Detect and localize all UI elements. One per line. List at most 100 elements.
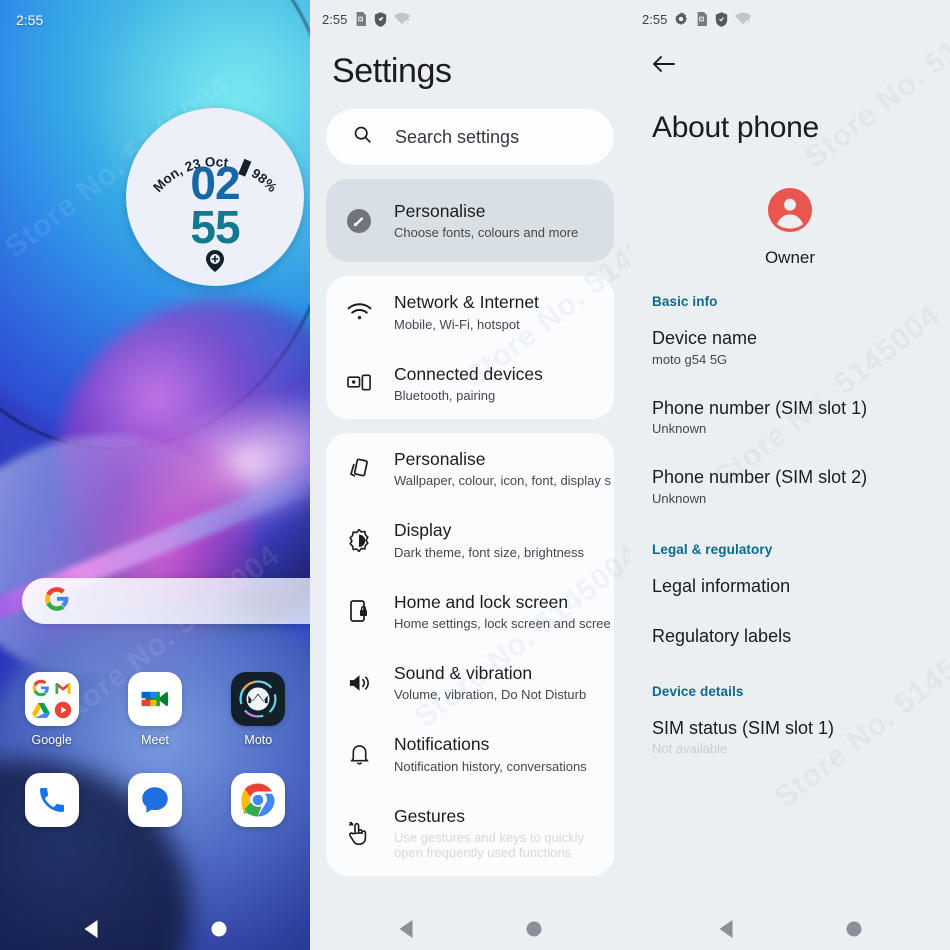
gesture-hand-icon bbox=[346, 820, 372, 846]
connected-devices-icon bbox=[346, 373, 372, 393]
wifi-icon bbox=[346, 302, 372, 322]
status-time: 2:55 bbox=[16, 12, 44, 28]
status-time: 2:55 bbox=[642, 11, 668, 27]
row-title: Phone number (SIM slot 2) bbox=[652, 467, 868, 487]
app-label: Meet bbox=[141, 733, 169, 747]
messages-icon bbox=[127, 773, 182, 827]
status-bar: 2:55 bbox=[0, 0, 310, 40]
layers-icon bbox=[346, 457, 372, 481]
back-triangle-icon[interactable] bbox=[84, 920, 98, 938]
item-subtitle: Dark theme, font size, brightness bbox=[394, 544, 585, 560]
search-icon bbox=[352, 124, 373, 150]
item-title: Personalise bbox=[394, 449, 486, 470]
item-title: Connected devices bbox=[394, 363, 543, 384]
sidebar-item-network-internet[interactable]: Network & Internet Mobile, Wi-Fi, hotspo… bbox=[326, 276, 614, 347]
moto-icon bbox=[231, 672, 286, 726]
clock-widget[interactable]: Mon, 23 Oct 🮋 98% 02 55 bbox=[126, 108, 304, 286]
app-messages[interactable] bbox=[103, 773, 206, 827]
section-heading-device-details: Device details bbox=[652, 683, 744, 699]
sidebar-item-gestures[interactable]: Gestures Use gestures and keys to quickl… bbox=[326, 790, 614, 876]
google-meet-icon bbox=[127, 672, 182, 726]
app-meet[interactable]: Meet bbox=[103, 672, 206, 747]
home-dot-icon[interactable] bbox=[526, 921, 542, 937]
item-subtitle: Mobile, Wi-Fi, hotspot bbox=[394, 316, 520, 332]
sidebar-item-connected-devices[interactable]: Connected devices Bluetooth, pairing bbox=[326, 348, 614, 419]
item-subtitle: Notification history, conversations bbox=[394, 758, 587, 774]
item-title: Personalise bbox=[394, 201, 486, 221]
item-title: Notifications bbox=[394, 734, 490, 755]
app-label: Google bbox=[31, 733, 72, 747]
sidebar-item-display[interactable]: Display Dark theme, font size, brightnes… bbox=[326, 504, 614, 575]
sidebar-item-personalise-2[interactable]: Personalise Wallpaper, colour, icon, fon… bbox=[326, 433, 614, 504]
navigation-bar bbox=[630, 908, 950, 950]
about-row-sim-status-sim1[interactable]: SIM status (SIM slot 1) Not available bbox=[630, 709, 950, 769]
row-title: SIM status (SIM slot 1) bbox=[652, 717, 835, 738]
item-subtitle: Home settings, lock screen and scree bbox=[394, 616, 611, 632]
account-circle-icon[interactable] bbox=[767, 187, 813, 238]
settings-panel: Store No. 5145004 Store No. 5145004 2:55… bbox=[310, 0, 630, 950]
row-value: Unknown bbox=[652, 490, 707, 506]
row-value: Unknown bbox=[652, 421, 707, 436]
back-arrow-icon[interactable] bbox=[630, 38, 676, 79]
item-title: Sound & vibration bbox=[394, 663, 533, 684]
back-triangle-icon[interactable] bbox=[399, 920, 413, 938]
clock-minutes: 55 bbox=[190, 201, 240, 253]
sidebar-item-home-lock-screen[interactable]: Home and lock screen Home settings, lock… bbox=[326, 576, 614, 647]
sidebar-item-notifications[interactable]: Notifications Notification history, conv… bbox=[326, 718, 614, 789]
item-title: Gestures bbox=[394, 805, 465, 826]
item-title: Network & Internet bbox=[394, 292, 539, 313]
brightness-icon bbox=[346, 528, 372, 553]
settings-group: Personalise Wallpaper, colour, icon, fon… bbox=[326, 433, 614, 877]
item-subtitle: Use gestures and keys to quickly open fr… bbox=[394, 830, 585, 861]
wifi-question-icon: ? bbox=[735, 12, 752, 26]
status-bar: 2:55 ? bbox=[310, 0, 630, 38]
section-heading-legal-regulatory: Legal & regulatory bbox=[652, 541, 773, 557]
shield-icon bbox=[715, 11, 728, 27]
item-title: Display bbox=[394, 520, 452, 541]
gear-icon bbox=[674, 12, 688, 26]
app-chrome[interactable] bbox=[207, 773, 310, 827]
about-row-device-name[interactable]: Device name moto g54 5G bbox=[630, 319, 950, 379]
about-row-phone-number-sim2[interactable]: Phone number (SIM slot 2) Unknown bbox=[630, 448, 950, 518]
row-title: Regulatory labels bbox=[652, 626, 792, 646]
wifi-question-icon: ? bbox=[394, 12, 411, 26]
about-row-legal-information[interactable]: Legal information bbox=[630, 567, 950, 610]
bell-icon bbox=[346, 742, 372, 766]
app-moto[interactable]: Moto bbox=[207, 672, 310, 747]
app-google-folder[interactable]: Google bbox=[0, 672, 103, 747]
three-panel-screenshot: Store No. 5145004 Store No. 5145004 2:55… bbox=[0, 0, 950, 950]
about-row-regulatory-labels[interactable]: Regulatory labels bbox=[630, 609, 950, 660]
volume-icon bbox=[346, 672, 372, 694]
app-row: Google Meet Moto bbox=[0, 672, 310, 747]
google-search-bar[interactable] bbox=[22, 578, 310, 624]
sim-card-x-icon bbox=[354, 12, 367, 26]
status-time: 2:55 bbox=[322, 11, 348, 27]
back-triangle-icon[interactable] bbox=[719, 920, 733, 938]
app-label: Moto bbox=[244, 733, 273, 747]
clock-hours: 02 bbox=[190, 157, 240, 209]
item-title: Home and lock screen bbox=[394, 591, 569, 612]
search-input[interactable]: Search settings bbox=[326, 109, 614, 165]
app-phone[interactable] bbox=[0, 773, 103, 827]
page-title: About phone bbox=[652, 111, 819, 144]
row-title: Device name bbox=[652, 328, 758, 348]
about-row-phone-number-sim1[interactable]: Phone number (SIM slot 1) Unknown bbox=[630, 379, 950, 449]
brush-circle-icon bbox=[346, 208, 372, 234]
svg-text:?: ? bbox=[746, 17, 750, 25]
lock-screen-icon bbox=[346, 599, 372, 623]
google-g-icon bbox=[44, 586, 70, 617]
sidebar-item-personalise[interactable]: Personalise Choose fonts, colours and mo… bbox=[326, 179, 614, 262]
section-heading-basic-info: Basic info bbox=[652, 294, 718, 309]
sidebar-item-sound-vibration[interactable]: Sound & vibration Volume, vibration, Do … bbox=[326, 647, 614, 718]
app-row bbox=[0, 773, 310, 827]
row-title: Legal information bbox=[652, 575, 791, 596]
item-subtitle: Bluetooth, pairing bbox=[394, 388, 496, 404]
location-pin-icon bbox=[206, 250, 224, 277]
chrome-icon bbox=[231, 773, 286, 827]
settings-group: Personalise Choose fonts, colours and mo… bbox=[326, 179, 614, 263]
home-dot-icon[interactable] bbox=[211, 921, 227, 937]
app-grid: Google Meet Moto bbox=[0, 672, 310, 827]
settings-group: Network & Internet Mobile, Wi-Fi, hotspo… bbox=[326, 276, 614, 420]
row-value: Not available bbox=[652, 741, 728, 756]
home-dot-icon[interactable] bbox=[846, 921, 862, 937]
